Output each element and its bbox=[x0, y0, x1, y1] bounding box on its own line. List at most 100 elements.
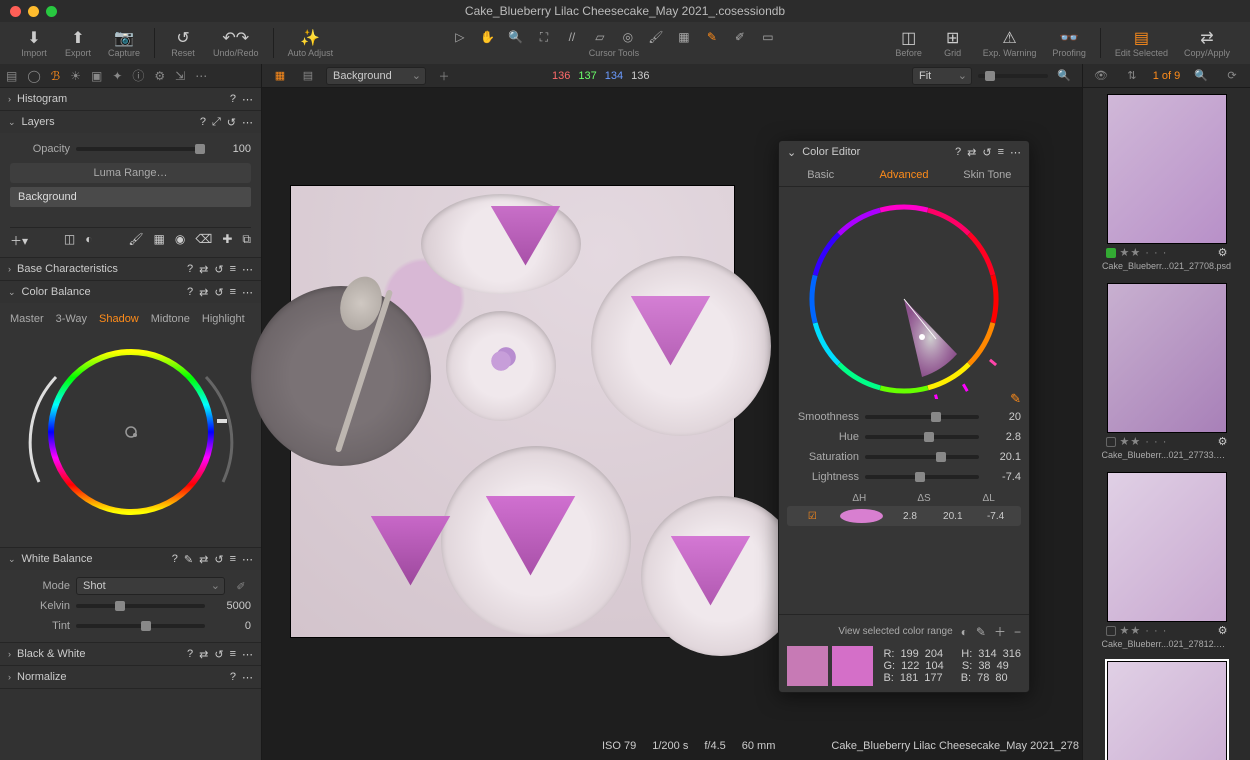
thumbnail[interactable]: ★★ · · ·⚙ Cake_Blueberr...021_27708.psd bbox=[1089, 94, 1244, 279]
cursor-gradient[interactable]: ▦ bbox=[671, 28, 697, 46]
chevron-down-icon[interactable]: ⌄ bbox=[787, 146, 796, 159]
hue-value[interactable]: 2.8 bbox=[985, 431, 1021, 443]
tab-master[interactable]: Master bbox=[10, 313, 44, 325]
tab-info-icon[interactable]: ⓘ bbox=[132, 67, 144, 84]
layer-item-background[interactable]: Background bbox=[10, 187, 251, 207]
menu-icon[interactable]: ⋯ bbox=[242, 286, 253, 299]
menu-icon[interactable]: ⋯ bbox=[242, 93, 253, 106]
cursor-hand[interactable]: ✋ bbox=[475, 28, 501, 46]
smoothness-value[interactable]: 20 bbox=[985, 411, 1021, 423]
chevron-right-icon[interactable]: › bbox=[8, 649, 11, 659]
gear-icon[interactable]: ⚙ bbox=[1218, 624, 1228, 637]
zoom-slider[interactable] bbox=[978, 74, 1048, 78]
menu-icon[interactable]: ⋯ bbox=[242, 263, 253, 276]
chevron-right-icon[interactable]: › bbox=[8, 94, 11, 104]
chevron-down-icon[interactable]: ⌄ bbox=[8, 554, 16, 565]
expand-icon[interactable]: ⤢ bbox=[212, 116, 221, 129]
cursor-keystone[interactable]: ▱ bbox=[587, 28, 613, 46]
radial-icon[interactable]: ◉ bbox=[175, 232, 185, 249]
help-icon[interactable]: ? bbox=[187, 648, 193, 661]
smoothness-slider[interactable] bbox=[865, 415, 979, 419]
help-icon[interactable]: ? bbox=[200, 116, 206, 129]
reset-icon[interactable]: ↺ bbox=[982, 146, 991, 159]
zoom-select[interactable]: Fit bbox=[912, 67, 972, 85]
eyedropper-icon[interactable]: ✐ bbox=[231, 576, 251, 596]
cursor-straighten[interactable]: // bbox=[559, 28, 585, 46]
view-range-icon[interactable]: ◐ bbox=[961, 625, 968, 639]
minimize-window[interactable] bbox=[28, 6, 39, 17]
preset-icon[interactable]: ≡ bbox=[230, 286, 236, 299]
before-button[interactable]: ◫Before bbox=[887, 29, 931, 58]
wb-mode-select[interactable]: Shot bbox=[76, 577, 225, 595]
add-icon[interactable]: ＋ bbox=[434, 66, 454, 86]
visibility-icon[interactable]: 👁 bbox=[1091, 66, 1111, 86]
cursor-spot[interactable]: ◎ bbox=[615, 28, 641, 46]
search-icon[interactable]: 🔍 bbox=[1054, 66, 1074, 86]
view-single-icon[interactable]: ▦ bbox=[270, 66, 290, 86]
export-button[interactable]: ⬆Export bbox=[56, 29, 100, 58]
sort-icon[interactable]: ⇅ bbox=[1122, 66, 1142, 86]
opacity-value[interactable]: 100 bbox=[211, 143, 251, 155]
copy-icon[interactable]: ⇄ bbox=[967, 146, 976, 159]
tab-output-icon[interactable]: ⇲ bbox=[175, 69, 185, 83]
tab-shadow[interactable]: Shadow bbox=[99, 313, 139, 325]
copy-apply-button[interactable]: ⇄Copy/Apply bbox=[1176, 29, 1238, 58]
exposure-warning-button[interactable]: ⚠Exp. Warning bbox=[975, 29, 1045, 58]
menu-icon[interactable]: ⋯ bbox=[1010, 146, 1021, 159]
thumbnail[interactable]: ★★ · · ·⚙ Cake_Blueberr...021_27812.NEF bbox=[1089, 472, 1244, 657]
color-picker-icon[interactable]: ✎ bbox=[1010, 391, 1021, 407]
menu-icon[interactable]: ⋯ bbox=[242, 671, 253, 684]
tab-advanced[interactable]: Advanced bbox=[862, 163, 945, 186]
gear-icon[interactable]: ⚙ bbox=[1218, 435, 1228, 448]
tab-skintone[interactable]: Skin Tone bbox=[946, 163, 1029, 186]
gear-icon[interactable]: ⚙ bbox=[1218, 246, 1228, 259]
reset-icon[interactable]: ↺ bbox=[227, 116, 236, 129]
preset-icon[interactable]: ≡ bbox=[230, 648, 236, 661]
tab-style-icon[interactable]: ✦ bbox=[112, 69, 122, 83]
view-multi-icon[interactable]: ▤ bbox=[298, 66, 318, 86]
undo-redo-button[interactable]: ↶↷Undo/Redo bbox=[205, 29, 267, 58]
help-icon[interactable]: ? bbox=[187, 286, 193, 299]
clone-icon[interactable]: ⧉ bbox=[242, 232, 251, 249]
tab-adjustments-icon[interactable]: ⚙ bbox=[154, 69, 165, 83]
reset-icon[interactable]: ↺ bbox=[214, 648, 223, 661]
cursor-eraser[interactable]: ✎ bbox=[699, 28, 725, 46]
kelvin-value[interactable]: 5000 bbox=[211, 600, 251, 612]
sat-value[interactable]: 20.1 bbox=[985, 451, 1021, 463]
reset-icon[interactable]: ↺ bbox=[214, 263, 223, 276]
tab-highlight[interactable]: Highlight bbox=[202, 313, 245, 325]
erase-icon[interactable]: ⌫ bbox=[195, 232, 212, 249]
copy-icon[interactable]: ⇄ bbox=[199, 286, 208, 299]
filter-icon[interactable]: ⟳ bbox=[1222, 66, 1242, 86]
color-wheel[interactable]: ✎ bbox=[787, 195, 1021, 407]
light-value[interactable]: -7.4 bbox=[985, 471, 1021, 483]
pick-range-icon[interactable]: ✎ bbox=[976, 625, 986, 639]
viewer-layer-select[interactable]: Background bbox=[326, 67, 426, 85]
preset-icon[interactable]: ≡ bbox=[230, 263, 236, 276]
help-icon[interactable]: ? bbox=[172, 553, 178, 566]
hue-slider[interactable] bbox=[865, 435, 979, 439]
color-balance-wheel[interactable] bbox=[10, 331, 251, 541]
tab-basic[interactable]: Basic bbox=[779, 163, 862, 186]
edit-selected-button[interactable]: ▤Edit Selected bbox=[1107, 29, 1176, 58]
tab-lens-icon[interactable]: ◯ bbox=[27, 69, 40, 83]
tab-midtone[interactable]: Midtone bbox=[151, 313, 190, 325]
tab-color-icon[interactable]: ℬ bbox=[51, 69, 60, 83]
cursor-overlay[interactable]: ▭ bbox=[755, 28, 781, 46]
help-icon[interactable]: ? bbox=[230, 671, 236, 684]
chevron-right-icon[interactable]: › bbox=[8, 264, 11, 274]
menu-icon[interactable]: ⋯ bbox=[242, 648, 253, 661]
invert-icon[interactable]: ◐ bbox=[85, 232, 92, 249]
checkbox-icon[interactable]: ☑ bbox=[791, 511, 834, 522]
grid-button[interactable]: ⊞Grid bbox=[931, 29, 975, 58]
thumbnail[interactable]: ★★ · · ·⚙ Cake_Blueberr...2021_27812.psd bbox=[1089, 661, 1244, 760]
copy-icon[interactable]: ⇄ bbox=[199, 553, 208, 566]
menu-icon[interactable]: ⋯ bbox=[242, 116, 253, 129]
mask-icon[interactable]: ◫ bbox=[64, 232, 75, 249]
copy-icon[interactable]: ⇄ bbox=[199, 263, 208, 276]
cursor-crop[interactable]: ⛶ bbox=[531, 28, 557, 46]
copy-icon[interactable]: ⇄ bbox=[199, 648, 208, 661]
brush-icon[interactable]: 🖌 bbox=[128, 232, 143, 249]
tab-exposure-icon[interactable]: ☀ bbox=[70, 69, 81, 83]
help-icon[interactable]: ? bbox=[955, 146, 961, 159]
